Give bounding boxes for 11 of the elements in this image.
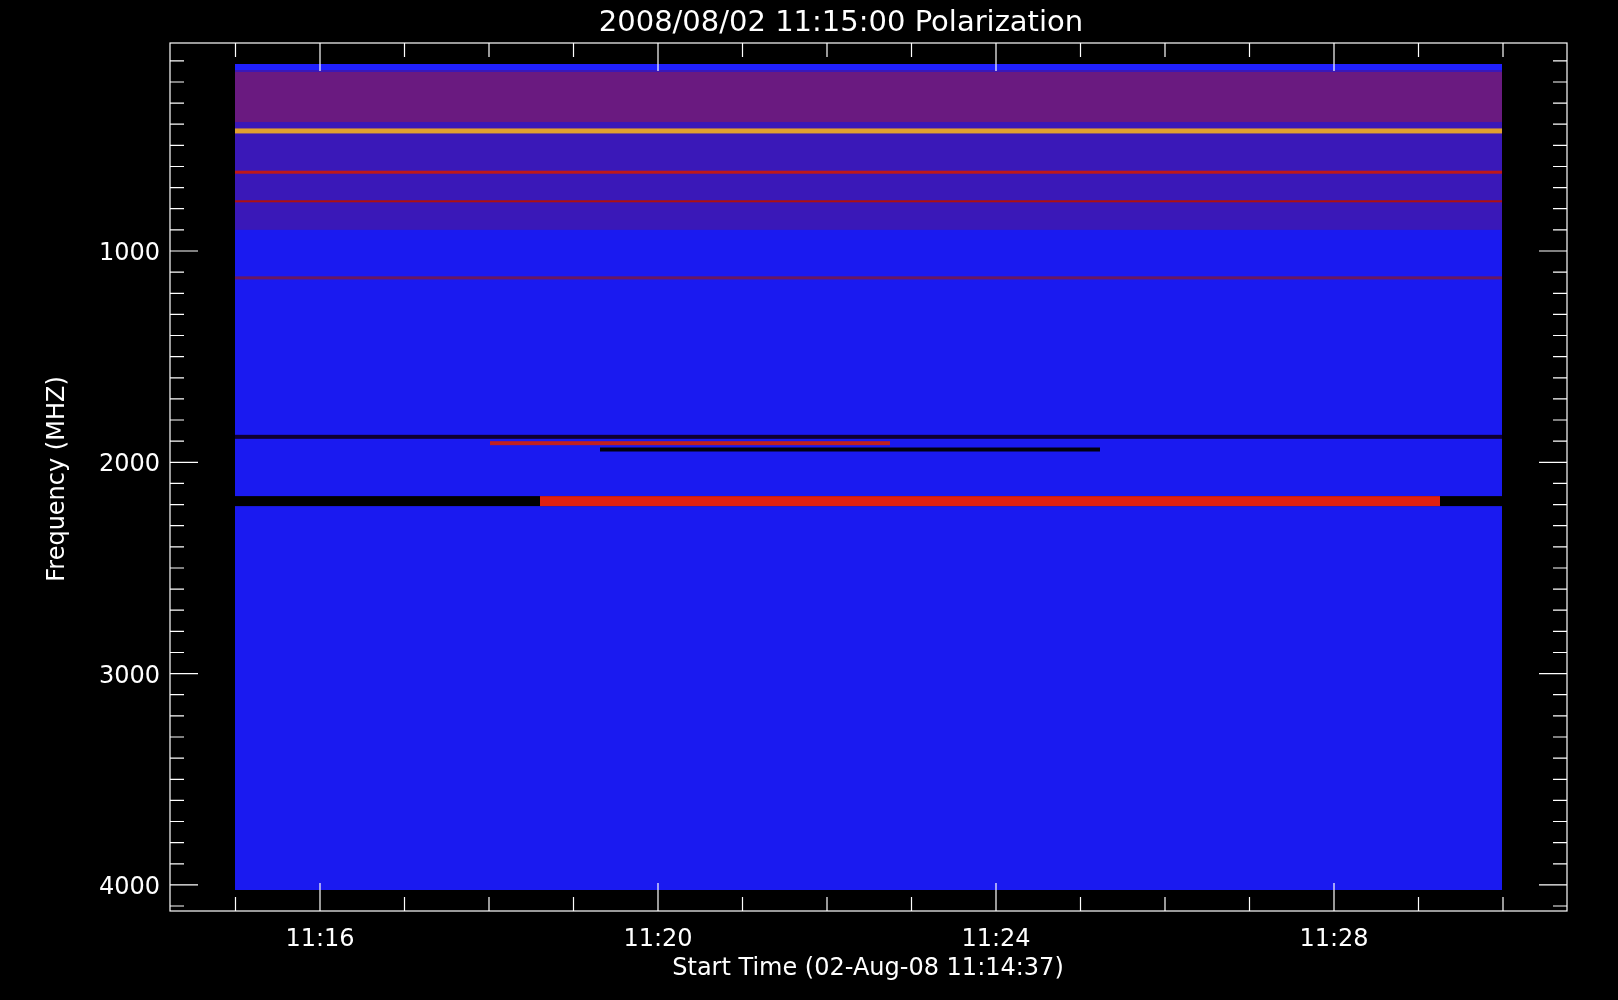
plot-title: 2008/08/02 11:15:00 Polarization bbox=[598, 4, 1084, 38]
tick-label: 2000 bbox=[98, 449, 160, 478]
tick-label: 11:28 bbox=[1299, 924, 1369, 952]
tick-label: 3000 bbox=[98, 660, 160, 689]
axis-title: Frequency (MHZ) bbox=[42, 376, 70, 582]
tick-label: 4000 bbox=[98, 871, 160, 900]
axis-title: Start Time (02-Aug-08 11:14:37) bbox=[672, 953, 1064, 981]
tick-label: 11:24 bbox=[961, 924, 1031, 952]
tick-label: 11:16 bbox=[285, 924, 355, 952]
tick-label: 1000 bbox=[98, 238, 160, 266]
tick-label: 11:20 bbox=[623, 924, 693, 952]
